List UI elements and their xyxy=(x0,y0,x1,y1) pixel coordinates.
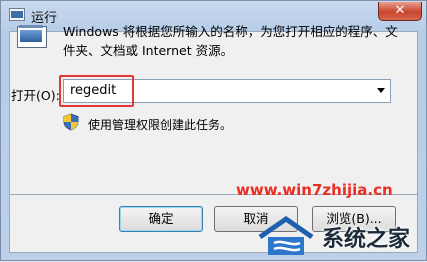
watermark-url: www.win7zhijia.cn xyxy=(236,181,393,199)
house-logo-icon xyxy=(258,215,314,255)
run-program-icon xyxy=(17,25,47,52)
dropdown-arrow-icon[interactable] xyxy=(377,88,385,93)
watermark-logo: 系统之家 xyxy=(256,211,427,262)
dialog-description: Windows 将根据您所输入的名称，为您打开相应的程序、文件夹、文档或 Int… xyxy=(63,24,398,58)
run-app-icon xyxy=(9,8,25,21)
input-highlight-box xyxy=(59,75,134,107)
uac-shield-icon xyxy=(63,113,79,131)
admin-privilege-text: 使用管理权限创建此任务。 xyxy=(88,118,233,132)
watermark-logo-text: 系统之家 xyxy=(322,227,411,252)
run-dialog-window: 运行 ✕ Windows 将根据您所输入的名称，为您打开相应的程序、文件夹、文档… xyxy=(0,0,427,261)
ok-button[interactable]: 确定 xyxy=(119,206,203,232)
close-button[interactable]: ✕ xyxy=(378,2,422,21)
open-label: 打开(O): xyxy=(11,88,60,103)
window-title: 运行 xyxy=(31,11,58,26)
